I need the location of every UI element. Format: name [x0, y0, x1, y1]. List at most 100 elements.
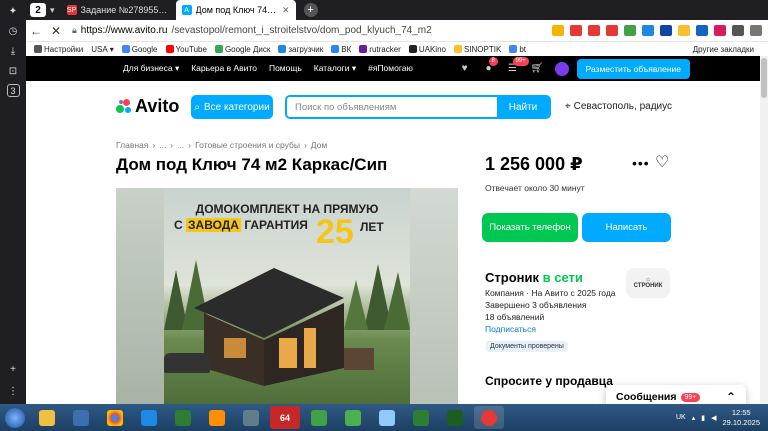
location-selector[interactable]: ⌖ Севастополь, радиус — [565, 101, 672, 112]
clock[interactable]: 12:55 29.10.2025 — [722, 408, 760, 428]
extension-icon[interactable] — [714, 25, 726, 36]
seller-info-ads[interactable]: 18 объявлений — [485, 312, 544, 322]
back-arrow-icon[interactable]: ← — [26, 24, 46, 38]
bookmark-item[interactable]: Настройки — [34, 45, 83, 54]
taskbar-app[interactable] — [66, 406, 96, 429]
taskbar-app[interactable] — [202, 406, 232, 429]
close-icon[interactable]: ✕ — [282, 5, 290, 16]
bookmark-item[interactable]: загрузчик — [278, 45, 323, 54]
stop-icon[interactable]: ✕ — [46, 24, 66, 38]
tray-arrow-icon[interactable]: ▴ — [692, 414, 696, 422]
bookmark-item[interactable]: Google — [121, 45, 158, 54]
nav-catalogs[interactable]: Каталоги ▾ — [314, 63, 356, 74]
app-icon — [73, 409, 89, 426]
notifications-icon[interactable]: ☰ 99+ — [507, 56, 529, 75]
taskbar-app[interactable] — [100, 406, 130, 429]
search-input[interactable] — [287, 97, 497, 117]
breadcrumb-item[interactable]: Готовые строения и срубы — [195, 140, 300, 150]
new-tab-button[interactable]: + — [303, 3, 318, 17]
taskbar-app-64[interactable]: 64 — [270, 406, 300, 429]
history-icon[interactable]: ◷ — [6, 24, 20, 38]
favorite-heart-icon[interactable]: ♡ — [655, 152, 669, 172]
taskbar-app[interactable] — [32, 406, 62, 429]
extension-icon[interactable] — [642, 25, 654, 36]
tab-avito[interactable]: A Дом под Ключ 74 м2 Ка ✕ — [175, 0, 296, 20]
documents-verified-badge: Документы проверены — [486, 341, 568, 352]
taskbar-app[interactable] — [406, 406, 436, 429]
nav-career[interactable]: Карьера в Авито — [191, 63, 257, 74]
seller-logo[interactable]: ⌂ СТРОНИК — [626, 268, 670, 298]
taskbar-app-yandex[interactable] — [474, 406, 504, 429]
screenshot-icon[interactable]: ⊡ — [6, 64, 20, 78]
download-icon[interactable]: ⤓ — [6, 44, 20, 58]
extension-icon[interactable] — [588, 25, 600, 36]
taskbar-app[interactable] — [304, 406, 334, 429]
seller-name[interactable]: Строник в сети — [485, 270, 583, 285]
bookmark-item[interactable]: Google Диск — [214, 45, 270, 54]
extension-icon[interactable] — [624, 25, 636, 36]
taskbar-app[interactable] — [338, 406, 368, 429]
taskbar-app[interactable] — [168, 406, 198, 429]
start-button[interactable] — [0, 404, 30, 431]
tab-task[interactable]: SP Задание №2789552 - про — [61, 0, 176, 20]
bookmark-item[interactable]: UAKino — [408, 45, 446, 54]
scrollbar-thumb[interactable] — [761, 58, 767, 98]
categories-button[interactable]: ⌕ Все категории — [191, 95, 273, 119]
language-indicator[interactable]: UK — [676, 414, 686, 421]
chat-bell-icon[interactable]: ● 8 — [483, 56, 498, 75]
chevron-up-icon[interactable]: ⌃ — [726, 390, 736, 404]
network-icon[interactable]: ▮ — [701, 414, 705, 422]
sinoptik-icon — [453, 45, 462, 53]
tab-count-button[interactable]: 2 — [30, 3, 46, 17]
bookmark-item[interactable]: rutracker — [359, 45, 401, 54]
nav-business[interactable]: Для бизнеса ▾ — [123, 63, 179, 74]
add-panel-icon[interactable]: + — [6, 362, 20, 376]
taskbar-app[interactable] — [134, 406, 164, 429]
more-options-icon[interactable]: ••• — [632, 155, 650, 171]
scrollbar[interactable] — [760, 56, 768, 404]
gallery-blur-left — [116, 188, 164, 404]
breadcrumb-item[interactable]: ... — [177, 140, 184, 150]
extension-icon[interactable] — [660, 25, 672, 36]
extension-icon[interactable] — [570, 25, 582, 36]
bookmark-item[interactable]: SINOPTIK — [453, 45, 501, 54]
breadcrumb-item[interactable]: Главная — [116, 140, 148, 150]
show-phone-button[interactable]: Показать телефон — [482, 213, 578, 242]
write-message-button[interactable]: Написать — [582, 213, 671, 242]
bookmark-item[interactable]: YouTube — [165, 45, 207, 54]
extension-icon[interactable] — [606, 25, 618, 36]
tab-number-icon[interactable]: 3 — [6, 84, 20, 97]
menu-icon[interactable]: ✦ — [6, 4, 20, 18]
subscribe-link[interactable]: Подписаться — [485, 324, 536, 334]
bookmark-item[interactable]: bt — [509, 45, 526, 54]
panel-settings-icon[interactable]: ⋮ — [6, 384, 20, 398]
taskbar-app[interactable] — [440, 406, 470, 429]
extension-icon[interactable] — [552, 25, 564, 36]
menu-icon[interactable] — [750, 25, 762, 36]
breadcrumb-item[interactable]: ... — [159, 140, 166, 150]
google-icon — [121, 45, 130, 53]
volume-icon[interactable]: ◀ — [711, 414, 716, 422]
taskbar-app[interactable] — [236, 406, 266, 429]
url-field[interactable]: 🔒︎ https://www.avito.ru/sevastopol/remon… — [72, 25, 432, 36]
cart-icon[interactable]: 🛒︎ — [531, 63, 544, 75]
nav-ihelp[interactable]: #яПомогаю — [368, 63, 413, 74]
avito-logo[interactable]: Avito — [116, 96, 179, 117]
search-button[interactable]: Найти — [497, 97, 549, 117]
bookmark-item[interactable]: USA ▾ — [91, 45, 113, 54]
puzzle-icon[interactable] — [732, 25, 744, 36]
extension-icon[interactable] — [678, 25, 690, 36]
taskbar-app[interactable] — [372, 406, 402, 429]
nav-help[interactable]: Помощь — [269, 63, 302, 74]
other-bookmarks[interactable]: Другие закладки — [693, 45, 754, 54]
favorites-heart-icon[interactable]: ♥ — [459, 63, 471, 75]
avatar[interactable] — [554, 61, 569, 76]
image-gallery[interactable]: ДОМОКОМПЛЕКТ НА ПРЯМУЮ С ЗАВОДА ГАРАНТИЯ… — [116, 188, 458, 404]
post-ad-button[interactable]: Разместить объявление — [576, 58, 690, 79]
bookmark-item[interactable]: ВК — [331, 45, 351, 54]
extension-icon[interactable] — [696, 25, 708, 36]
breadcrumb-item[interactable]: Дом — [311, 140, 327, 150]
listing-photo[interactable]: ДОМОКОМПЛЕКТ НА ПРЯМУЮ С ЗАВОДА ГАРАНТИЯ… — [164, 188, 410, 404]
chevron-down-icon[interactable]: ▾ — [50, 5, 55, 16]
avito-topbar: Для бизнеса ▾ Карьера в Авито Помощь Кат… — [26, 56, 768, 81]
